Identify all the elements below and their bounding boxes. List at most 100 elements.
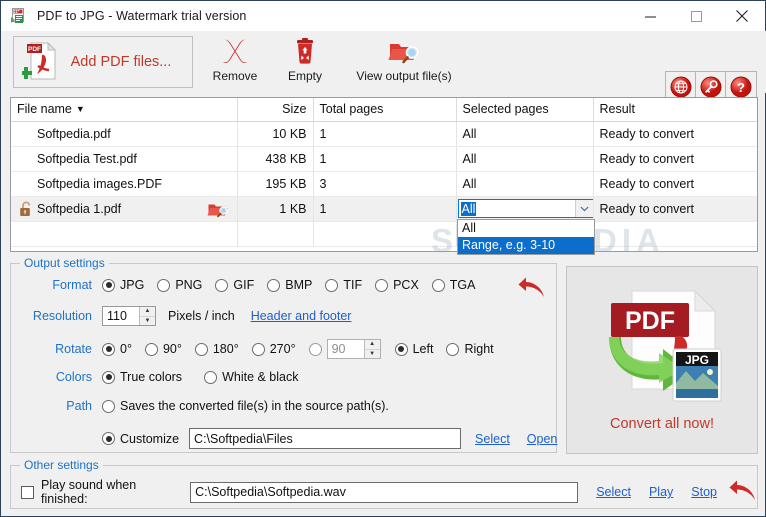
- play-sound-row: Play sound when finished: C:\Softpedia\S…: [21, 478, 757, 506]
- radio-rotate-270[interactable]: [251, 342, 265, 356]
- customize-path-input[interactable]: C:\Softpedia\Files: [189, 428, 462, 449]
- empty-button[interactable]: Empty: [274, 35, 336, 83]
- format-option-bmp-label: BMP: [285, 278, 313, 292]
- view-output-files-button[interactable]: View output file(s): [340, 35, 468, 83]
- pdf-plus-icon: PDF: [20, 41, 58, 84]
- cell-selected-pages[interactable]: All: [456, 171, 594, 197]
- rotate-option-270[interactable]: 270°: [251, 342, 296, 356]
- path-option-source-label: Saves the converted file(s) in the sourc…: [120, 399, 389, 413]
- sound-play-link[interactable]: Play: [649, 485, 673, 499]
- rotate-direction-left[interactable]: Left: [394, 342, 433, 356]
- format-option-tif-label: TIF: [343, 278, 363, 292]
- header-and-footer-link[interactable]: Header and footer: [251, 309, 352, 323]
- radio-gif[interactable]: [215, 278, 229, 292]
- cell-selected-pages[interactable]: All: [456, 146, 594, 172]
- rotate-direction-right[interactable]: Right: [446, 342, 494, 356]
- format-option-png[interactable]: PNG: [157, 278, 202, 292]
- column-header-total-pages[interactable]: Total pages: [313, 98, 457, 122]
- column-header-selected-pages[interactable]: Selected pages: [456, 98, 594, 122]
- radio-bmp[interactable]: [267, 278, 281, 292]
- play-sound-checkbox[interactable]: [21, 485, 34, 499]
- rotate-row: Rotate 0° 90° 180° 270° 90 ▲ ▼ Left Righ…: [34, 339, 507, 359]
- path-open-link[interactable]: Open: [527, 432, 558, 446]
- format-option-gif[interactable]: GIF: [215, 278, 254, 292]
- format-option-tga[interactable]: TGA: [431, 278, 476, 292]
- path-option-source[interactable]: Saves the converted file(s) in the sourc…: [102, 399, 389, 413]
- cell-selected-pages[interactable]: All: [456, 121, 594, 147]
- colors-row: Colors True colors White & black: [34, 370, 311, 384]
- sound-select-link[interactable]: Select: [596, 485, 631, 499]
- spinner-down-icon[interactable]: ▼: [365, 350, 380, 359]
- column-header-file-name[interactable]: File name ▼: [11, 98, 238, 122]
- sound-stop-link[interactable]: Stop: [691, 485, 717, 499]
- radio-direction-left[interactable]: [394, 342, 408, 356]
- column-header-size[interactable]: Size: [237, 98, 314, 122]
- rotate-custom-spinner[interactable]: ▲ ▼: [326, 339, 381, 359]
- rotate-option-0-label: 0°: [120, 342, 132, 356]
- rotate-option-180[interactable]: 180°: [194, 342, 239, 356]
- resolution-input[interactable]: [103, 307, 139, 325]
- radio-path-customize[interactable]: [102, 432, 115, 445]
- format-option-pcx-label: PCX: [393, 278, 419, 292]
- colors-option-white-black[interactable]: White & black: [204, 370, 298, 384]
- spinner-up-icon[interactable]: ▲: [364, 340, 380, 350]
- radio-rotate-90[interactable]: [144, 342, 158, 356]
- rotate-option-0[interactable]: 0°: [102, 342, 132, 356]
- colors-label: Colors: [55, 370, 92, 384]
- table-row[interactable]: Softpedia.pdf 10 KB 1 All Ready to conve…: [11, 121, 757, 147]
- sound-path-input[interactable]: C:\Softpedia\Softpedia.wav: [190, 481, 579, 503]
- file-list-table[interactable]: File name ▼ Size Total pages Selected pag…: [10, 97, 758, 252]
- rotate-option-custom[interactable]: [308, 342, 322, 356]
- radio-png[interactable]: [157, 278, 171, 292]
- radio-rotate-custom[interactable]: [308, 342, 322, 356]
- radio-path-source[interactable]: [102, 399, 115, 413]
- format-option-tif[interactable]: TIF: [325, 278, 362, 292]
- resolution-spinner-buttons[interactable]: ▲ ▼: [139, 307, 155, 325]
- radio-tga[interactable]: [431, 278, 445, 292]
- spinner-up-icon[interactable]: ▲: [140, 307, 155, 317]
- rotate-option-90[interactable]: 90°: [144, 342, 182, 356]
- format-option-bmp[interactable]: BMP: [267, 278, 312, 292]
- radio-pcx[interactable]: [375, 278, 389, 292]
- add-pdf-files-label: Add PDF files...: [70, 54, 172, 70]
- minimize-icon[interactable]: [627, 1, 673, 31]
- radio-direction-right[interactable]: [446, 342, 460, 356]
- other-settings-reset-button[interactable]: [729, 479, 757, 506]
- path-option-customize[interactable]: Customize: [102, 432, 179, 446]
- radio-true-colors[interactable]: [102, 370, 115, 384]
- convert-all-now-button[interactable]: PDF JPG Convert all now!: [566, 266, 758, 454]
- remove-button[interactable]: Remove: [198, 35, 272, 83]
- radio-jpg[interactable]: [102, 278, 115, 292]
- cell-file-name: Softpedia 1.pdf: [11, 196, 238, 222]
- lock-icon: [19, 200, 33, 220]
- colors-option-true-label: True colors: [120, 370, 183, 384]
- path-select-link[interactable]: Select: [475, 432, 510, 446]
- close-icon[interactable]: [719, 1, 765, 31]
- table-row[interactable]: Softpedia images.PDF 195 KB 3 All Ready …: [11, 171, 757, 197]
- format-option-jpg[interactable]: JPG: [102, 278, 144, 292]
- radio-rotate-180[interactable]: [194, 342, 208, 356]
- table-row[interactable]: Softpedia Test.pdf 438 KB 1 All Ready to…: [11, 146, 757, 172]
- resolution-spinner[interactable]: ▲ ▼: [102, 306, 156, 326]
- table-row[interactable]: Softpedia 1.pdf 1 KB 1 All Ready to conv…: [11, 196, 757, 222]
- column-header-result[interactable]: Result: [593, 98, 757, 122]
- selected-pages-combobox[interactable]: All: [457, 199, 592, 218]
- maximize-icon[interactable]: [673, 1, 719, 31]
- radio-tif[interactable]: [325, 278, 339, 292]
- colors-option-true[interactable]: True colors: [102, 370, 182, 384]
- radio-white-black[interactable]: [204, 370, 218, 384]
- rotate-spinner-buttons[interactable]: ▲ ▼: [363, 340, 380, 359]
- radio-rotate-0[interactable]: [102, 342, 115, 356]
- selected-pages-dropdown-list[interactable]: All Range, e.g. 3-10: [457, 219, 595, 255]
- dropdown-option-all[interactable]: All: [458, 220, 594, 237]
- cell-selected-pages[interactable]: All: [456, 196, 594, 222]
- spinner-down-icon[interactable]: ▼: [140, 317, 155, 326]
- output-reset-button[interactable]: [518, 276, 546, 303]
- add-pdf-files-button[interactable]: PDF Add PDF files...: [13, 36, 193, 88]
- rotate-custom-input[interactable]: [327, 340, 364, 358]
- chevron-down-icon[interactable]: [574, 200, 592, 217]
- dropdown-option-range[interactable]: Range, e.g. 3-10: [458, 237, 594, 254]
- folder-search-icon[interactable]: [207, 201, 229, 221]
- cell-empty: [237, 221, 314, 247]
- format-option-pcx[interactable]: PCX: [375, 278, 419, 292]
